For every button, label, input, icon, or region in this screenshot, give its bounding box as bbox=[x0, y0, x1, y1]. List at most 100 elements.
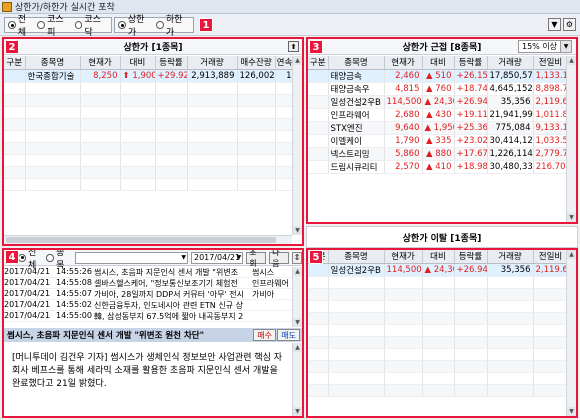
col-header[interactable]: 매수잔량 bbox=[237, 56, 276, 70]
chevron-down-icon[interactable]: ▼ bbox=[181, 254, 186, 261]
news-body-vscroll[interactable]: ▲ ▼ bbox=[292, 343, 302, 416]
badge-5: 5 bbox=[309, 250, 323, 264]
col-header[interactable]: 현재가 bbox=[80, 56, 121, 70]
app-icon bbox=[2, 1, 12, 12]
table-row bbox=[308, 300, 569, 313]
radio-dot bbox=[46, 253, 55, 262]
badge-1: 1 bbox=[199, 18, 213, 32]
date-picker[interactable]: 2017/04/21 ▼ bbox=[191, 251, 244, 264]
stock-name: 넥스트리밍 bbox=[328, 147, 385, 161]
radio-market-kosdaq[interactable]: 코스닥 bbox=[74, 12, 108, 38]
scroll-thumb[interactable] bbox=[6, 237, 276, 243]
table-row[interactable]: 한국종합기술 8,250 ⬆ 1,900 +29.92 2,913,889 12… bbox=[4, 69, 295, 83]
list-item[interactable]: 2017/04/21 14:55:07 가비아, 28일까지 DDP서 커뮤터 '아… bbox=[4, 289, 292, 300]
table-header-row: 구분 종목명 현재가 대비 등락률 거래량 전일비 bbox=[308, 250, 569, 264]
col-header[interactable]: 대비 bbox=[422, 56, 455, 70]
col-header[interactable]: 종목명 bbox=[328, 56, 385, 70]
news-list-vscroll[interactable]: ▲ ▼ bbox=[292, 267, 302, 327]
break-limit-vscroll[interactable]: ▲ ▼ bbox=[566, 250, 576, 416]
table-row bbox=[4, 166, 295, 179]
col-header[interactable]: 현재가 bbox=[384, 250, 423, 264]
radio-market-kospi[interactable]: 코스피 bbox=[37, 12, 70, 38]
col-header[interactable]: 거래량 bbox=[487, 250, 534, 264]
threshold-select[interactable]: 15% 이상 ▼ bbox=[518, 40, 572, 53]
table-row[interactable]: 일성건설2우B114,500▲ 24,300+26.9435,3562,119.… bbox=[308, 95, 569, 109]
settings-icon[interactable]: ⚙ bbox=[563, 18, 576, 31]
list-item[interactable]: 2017/04/21 14:55:00 韓, 삼성동부지 67.5억에 짧아 내곡동… bbox=[4, 311, 292, 322]
list-item[interactable]: 2017/04/21 14:55:08 셀바스헬스케어, "정보통신보조기기 체험전… bbox=[4, 278, 292, 289]
scroll-down-icon[interactable]: ▼ bbox=[293, 318, 302, 327]
table-row bbox=[4, 94, 295, 107]
table-row bbox=[4, 82, 295, 95]
limit-filter: 상한가 하한가 bbox=[114, 15, 194, 38]
radio-dot bbox=[74, 21, 83, 29]
col-header[interactable]: 등락률 bbox=[454, 250, 488, 264]
col-header[interactable]: 전일비 bbox=[533, 250, 569, 264]
table-row[interactable]: STX엔진9,640▲ 1,950+25.36775,0849,133.15 bbox=[308, 121, 569, 135]
table-row bbox=[308, 312, 569, 325]
up-triangle-icon: ▲ bbox=[424, 264, 432, 275]
col-header[interactable]: 등락률 bbox=[155, 56, 188, 70]
col-header[interactable]: 구분 bbox=[4, 56, 26, 70]
table-row[interactable]: 넥스트리밍5,860▲ 880+17.671,226,1142,779.74 bbox=[308, 147, 569, 161]
list-item[interactable]: 2017/04/21 14:55:02 신한금융투자, 인도네시아 관련 ETN 신… bbox=[4, 300, 292, 311]
radio-market-all[interactable]: 전체 bbox=[8, 12, 33, 38]
col-header[interactable]: 대비 bbox=[120, 56, 156, 70]
table-row bbox=[4, 154, 295, 167]
table-row[interactable]: 이엘케이1,790▲ 335+23.0230,414,1211,033.59 bbox=[308, 134, 569, 148]
col-header[interactable]: 전일비 bbox=[533, 56, 569, 70]
col-header[interactable]: 현재가 bbox=[384, 56, 423, 70]
upper-limit-hscroll[interactable] bbox=[4, 235, 292, 244]
stock-search-combo[interactable]: ▼ bbox=[74, 251, 188, 264]
col-header[interactable]: 거래량 bbox=[487, 56, 534, 70]
scroll-down-icon[interactable]: ▼ bbox=[567, 407, 576, 416]
up-triangle-icon: ▲ bbox=[426, 161, 433, 172]
chevron-down-icon[interactable]: ▼ bbox=[560, 41, 571, 52]
filter-toolbar: 전체 코스피 코스닥 상한가 하한가 ▼ ⚙ bbox=[0, 12, 580, 38]
table-row bbox=[308, 336, 569, 349]
buy-button[interactable]: 매수 bbox=[253, 329, 276, 341]
near-limit-vscroll[interactable]: ▲ ▼ bbox=[566, 56, 576, 222]
scroll-down-icon[interactable]: ▼ bbox=[293, 226, 302, 235]
col-header[interactable]: 대비 bbox=[422, 250, 455, 264]
table-row[interactable]: 드림시큐리티2,570▲ 410+18.9830,480,339216.70 bbox=[308, 160, 569, 174]
col-header[interactable]: 거래량 bbox=[187, 56, 238, 70]
list-item[interactable]: 2017/04/21 14:55:26 썸시스, 초음파 지문인식 센서 개발 "위… bbox=[4, 267, 292, 278]
news-toolbar: 전체 종목 ▼ 2017/04/21 ▼ 조회 다음 ⇕ bbox=[4, 250, 302, 271]
break-limit-panel: 구분 종목명 현재가 대비 등락률 거래량 전일비 일성건설2우B114,500… bbox=[306, 248, 578, 418]
scroll-up-icon[interactable]: ▲ bbox=[293, 267, 302, 276]
col-header[interactable]: 종목명 bbox=[328, 250, 385, 264]
up-arrow-icon: ⬆ bbox=[122, 70, 130, 81]
up-triangle-icon: ▲ bbox=[424, 96, 432, 107]
col-header[interactable]: 구분 bbox=[308, 56, 329, 70]
upper-limit-vscroll[interactable]: ▲ ▼ bbox=[292, 56, 302, 235]
table-row[interactable]: 태양금속2,460▲ 510+26.1517,850,5721,133.16 bbox=[308, 69, 569, 83]
sell-button[interactable]: 매도 bbox=[277, 329, 300, 341]
radio-upper-limit[interactable]: 상한가 bbox=[118, 12, 152, 38]
radio-lower-limit[interactable]: 하한가 bbox=[156, 12, 190, 38]
search-button[interactable]: 조회 bbox=[246, 250, 267, 268]
up-triangle-icon: ▲ bbox=[426, 148, 433, 159]
scroll-up-icon[interactable]: ▲ bbox=[293, 343, 302, 352]
col-header[interactable]: 종목명 bbox=[25, 56, 81, 70]
table-row[interactable]: 일성건설2우B114,500▲ 24,300+26.9435,3562,119.… bbox=[308, 263, 569, 277]
scroll-up-icon[interactable]: ▲ bbox=[567, 250, 576, 259]
chevron-down-icon[interactable]: ▼ bbox=[237, 254, 242, 261]
table-row[interactable]: 인프라웨어2,680▲ 430+19.1121,941,9961,011.89 bbox=[308, 108, 569, 122]
dropdown-menu-icon[interactable]: ▼ bbox=[548, 18, 561, 31]
expand-icon[interactable]: ⬆ bbox=[288, 41, 299, 52]
badge-2: 2 bbox=[5, 40, 19, 54]
radio-dot bbox=[118, 21, 126, 29]
table-row[interactable]: 태양금속우4,815▲ 760+18.744,645,1528,898.73 bbox=[308, 82, 569, 96]
news-body: [머니투데이 김건우 기자] 썸시스가 생체인식 정보보안 사업관련 핵심 자회… bbox=[12, 353, 283, 389]
next-button[interactable]: 다음 bbox=[269, 250, 289, 268]
scroll-up-icon[interactable]: ▲ bbox=[293, 56, 302, 65]
radio-dot bbox=[37, 21, 46, 29]
col-header[interactable]: 등락률 bbox=[454, 56, 488, 70]
table-row bbox=[308, 288, 569, 301]
sort-icon[interactable]: ⇕ bbox=[291, 251, 302, 264]
scroll-down-icon[interactable]: ▼ bbox=[293, 407, 302, 416]
near-limit-title: 상한가 근접 [8종목] bbox=[402, 43, 482, 53]
scroll-down-icon[interactable]: ▼ bbox=[567, 213, 576, 222]
scroll-up-icon[interactable]: ▲ bbox=[567, 56, 576, 65]
